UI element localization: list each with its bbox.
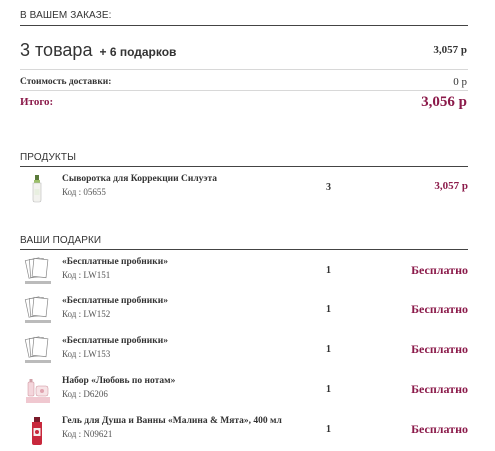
order-summary-title: В ВАШЕМ ЗАКАЗЕ:	[20, 10, 112, 21]
gift-code: Код : LW151	[62, 270, 111, 280]
item-count-label: 3 товара	[20, 40, 93, 60]
gifts-title: ВАШИ ПОДАРКИ	[20, 235, 102, 246]
total-label: Итого:	[20, 96, 54, 108]
gift-name[interactable]: «Бесплатные пробники»	[62, 336, 168, 346]
gift-qty: 1	[326, 344, 331, 355]
gift-qty: 1	[326, 304, 331, 315]
gift-code: Код : N09621	[62, 429, 113, 439]
gift-name[interactable]: «Бесплатные пробники»	[62, 296, 168, 306]
gift-set-icon	[24, 376, 50, 406]
samples-pack-icon	[24, 336, 51, 366]
gift-code: Код : LW153	[62, 349, 111, 359]
gift-row: «Бесплатные пробники» Код : LW151 1 Бесп…	[20, 257, 468, 293]
gift-name[interactable]: Гель для Душа и Ванны «Малина & Мята», 4…	[62, 416, 282, 426]
gift-price: Бесплатно	[411, 422, 468, 436]
gift-qty: 1	[326, 265, 331, 276]
gift-qty: 1	[326, 424, 331, 435]
gift-row: Гель для Душа и Ванны «Малина & Мята», 4…	[20, 416, 468, 451]
divider	[20, 166, 468, 167]
samples-pack-icon	[24, 296, 51, 326]
divider	[20, 249, 468, 250]
gift-code: Код : LW152	[62, 309, 111, 319]
shipping-value: 0 р	[453, 76, 467, 88]
gift-price: Бесплатно	[411, 382, 468, 396]
gift-price: Бесплатно	[411, 302, 468, 316]
item-count: 3 товара + 6 подарков	[20, 40, 176, 61]
total-value: 3,056 р	[421, 94, 467, 110]
subtotal-value: 3,057 р	[433, 44, 467, 56]
gift-price: Бесплатно	[411, 263, 468, 277]
gift-count-label: + 6 подарков	[99, 45, 177, 59]
product-row: Сыворотка для Коррекции Силуэта Код : 05…	[20, 174, 468, 210]
gift-row: «Бесплатные пробники» Код : LW152 1 Бесп…	[20, 296, 468, 332]
gift-row: «Бесплатные пробники» Код : LW153 1 Бесп…	[20, 336, 468, 372]
products-title: ПРОДУКТЫ	[20, 152, 77, 163]
gift-name[interactable]: Набор «Любовь по нотам»	[62, 376, 175, 386]
shipping-label: Стоимость доставки:	[20, 77, 112, 87]
divider	[20, 25, 468, 26]
divider	[20, 90, 468, 91]
shower-gel-bottle-icon	[24, 416, 50, 446]
product-name[interactable]: Сыворотка для Коррекции Силуэта	[62, 174, 217, 184]
divider	[20, 69, 468, 70]
gift-row: Набор «Любовь по нотам» Код : D6206 1 Бе…	[20, 376, 468, 412]
product-code: Код : 05655	[62, 187, 106, 197]
gift-price: Бесплатно	[411, 342, 468, 356]
product-price: 3,057 р	[434, 180, 468, 192]
samples-pack-icon	[24, 257, 51, 287]
gift-code: Код : D6206	[62, 389, 108, 399]
serum-bottle-icon	[24, 174, 50, 204]
gift-name[interactable]: «Бесплатные пробники»	[62, 257, 168, 267]
product-qty: 3	[326, 182, 331, 193]
gift-qty: 1	[326, 384, 331, 395]
